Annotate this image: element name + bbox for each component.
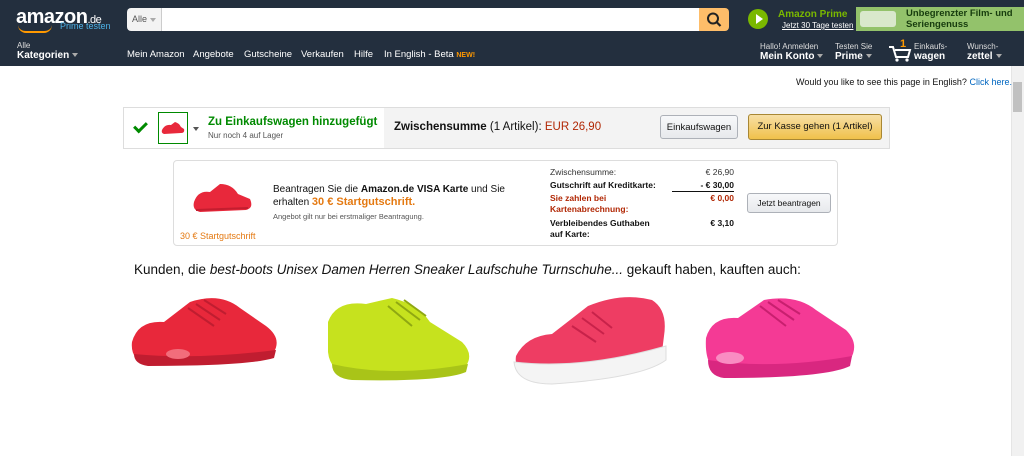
nav-link-hilfe[interactable]: Hilfe: [354, 49, 373, 60]
search-input[interactable]: [162, 8, 699, 31]
new-badge: NEW!: [456, 52, 476, 59]
visa-offer-note: Angebot gilt nur bei erstmaliger Beantra…: [273, 212, 424, 221]
cart-subtotal: Zwischensumme (1 Artikel): EUR 26,90: [394, 121, 601, 133]
search-button[interactable]: [699, 8, 729, 31]
prime-play-icon[interactable]: [748, 9, 768, 29]
english-link-text: In English - Beta: [384, 49, 454, 60]
visa-sneaker-image[interactable]: [190, 172, 256, 222]
calc-value-pay: € 0,00: [710, 193, 734, 203]
product-card-neon-yellow[interactable]: [322, 292, 476, 382]
prime-menu[interactable]: Testen Sie Prime: [835, 42, 872, 62]
visa-text-brand: Amazon.de VISA Karte: [360, 184, 469, 195]
sneaker-pink-image: [513, 297, 667, 385]
subtotal-count: (1 Artikel):: [489, 121, 542, 133]
sneaker-thumbnail-icon: [161, 122, 185, 134]
checkout-button[interactable]: Zur Kasse gehen (1 Artikel): [748, 114, 882, 140]
chevron-down-icon: [865, 54, 872, 59]
logo-prime-link[interactable]: Prime testen: [60, 21, 111, 31]
sneaker-red-image: [131, 298, 277, 366]
wishlist-small-label: Wunsch-: [967, 42, 999, 51]
apply-now-button[interactable]: Jetzt beantragen: [747, 193, 831, 213]
account-small-label: Hallo! Anmelden: [760, 42, 819, 51]
chevron-down-icon: [817, 54, 824, 59]
product-card-pink[interactable]: [512, 290, 668, 386]
subtotal-price: EUR 26,90: [544, 121, 602, 133]
stock-note: Nur noch 4 auf Lager: [208, 131, 284, 140]
calc-value-remaining: € 3,10: [710, 218, 734, 228]
wishlist-text: zettel: [967, 51, 993, 62]
view-cart-button[interactable]: Einkaufswagen: [660, 115, 738, 139]
scrollbar-thumb[interactable]: [1013, 82, 1022, 112]
cart-count-badge: 1: [900, 38, 907, 50]
chevron-down-icon[interactable]: [193, 127, 199, 131]
page-scrollbar[interactable]: [1011, 66, 1024, 456]
nav-link-angebote[interactable]: Angebote: [193, 49, 234, 60]
account-menu[interactable]: Hallo! Anmelden Mein Konto: [760, 42, 824, 62]
prime-promo-title[interactable]: Amazon Prime: [778, 9, 847, 20]
devices-icon: [860, 11, 896, 27]
search-icon: [707, 12, 722, 27]
english-question: Would you like to see this page in Engli…: [796, 77, 967, 87]
calc-value-credit: - € 30,00: [672, 180, 734, 192]
search-category-select[interactable]: Alle: [127, 8, 162, 31]
nav-link-gutscheine[interactable]: Gutscheine: [244, 49, 292, 60]
visa-credit-label: 30 € Startgutschrift: [180, 231, 256, 241]
categories-small-label: Alle: [17, 41, 31, 50]
chevron-down-icon: [150, 17, 156, 22]
added-product-thumbnail[interactable]: [158, 112, 188, 144]
categories-bold-label: Kategorien: [17, 50, 79, 61]
calc-label-subtotal: Zwischensumme:: [550, 167, 617, 177]
categories-menu[interactable]: Alle Kategorien: [17, 41, 79, 61]
english-click-here-link[interactable]: Click here.: [969, 77, 1012, 87]
added-to-cart-title: Zu Einkaufswagen hinzugefügt: [208, 116, 378, 128]
prime-small-label: Testen Sie: [835, 42, 873, 51]
sneaker-yellow-image: [328, 298, 470, 381]
product-card-red[interactable]: [128, 286, 284, 376]
recommendations-heading: Kunden, die best-boots Unisex Damen Herr…: [134, 262, 801, 277]
video-promo-text: Unbegrenzter Film- und Seriengenuss: [906, 8, 1013, 30]
heading-product[interactable]: best-boots Unisex Damen Herren Sneaker L…: [210, 262, 623, 277]
chevron-down-icon: [72, 53, 79, 58]
nav-link-verkaufen[interactable]: Verkaufen: [301, 49, 344, 60]
cart-small-label: Einkaufs-: [914, 42, 948, 51]
visa-text-pre: Beantragen Sie die: [273, 184, 361, 195]
product-card-hot-pink[interactable]: [700, 290, 860, 386]
prime-bold-label: Prime: [835, 51, 872, 62]
calc-label-remaining: Verbleibendes Guthaben auf Karte:: [550, 218, 650, 239]
visa-offer-text: Beantragen Sie die Amazon.de VISA Karte …: [273, 184, 543, 209]
search-category-label: Alle: [131, 14, 147, 24]
english-prompt: Would you like to see this page in Engli…: [796, 77, 1012, 87]
heading-pre: Kunden, die: [134, 262, 210, 277]
wishlist-bold-label: zettel: [967, 51, 1002, 62]
categories-text: Kategorien: [17, 50, 70, 61]
calc-label-pay: Sie zahlen bei Kartenabrechnung:: [550, 193, 629, 214]
cart-bold-label: wagen: [914, 51, 946, 62]
cart-menu[interactable]: Einkaufs- wagen: [914, 42, 947, 62]
account-text: Mein Konto: [760, 51, 815, 62]
nav-link-mein-amazon[interactable]: Mein Amazon: [127, 49, 185, 60]
heading-post: gekauft haben, kauften auch:: [623, 262, 801, 277]
subtotal-label: Zwischensumme: [394, 121, 487, 133]
wishlist-menu[interactable]: Wunsch- zettel: [967, 42, 1002, 62]
logo-smile-icon: [18, 25, 52, 33]
prime-text: Prime: [835, 51, 863, 62]
sneaker-hot-pink-image: [705, 298, 855, 378]
visa-text-bonus: 30 € Startgutschrift.: [311, 196, 416, 208]
chevron-down-icon: [995, 54, 1002, 59]
calc-label-credit: Gutschrift auf Kreditkarte:: [550, 180, 656, 190]
prime-promo-link[interactable]: Jetzt 30 Tage testen: [782, 21, 853, 30]
calc-value-subtotal: € 26,90: [705, 167, 734, 177]
nav-link-english[interactable]: In English - Beta NEW!: [384, 49, 475, 60]
account-bold-label: Mein Konto: [760, 51, 824, 62]
